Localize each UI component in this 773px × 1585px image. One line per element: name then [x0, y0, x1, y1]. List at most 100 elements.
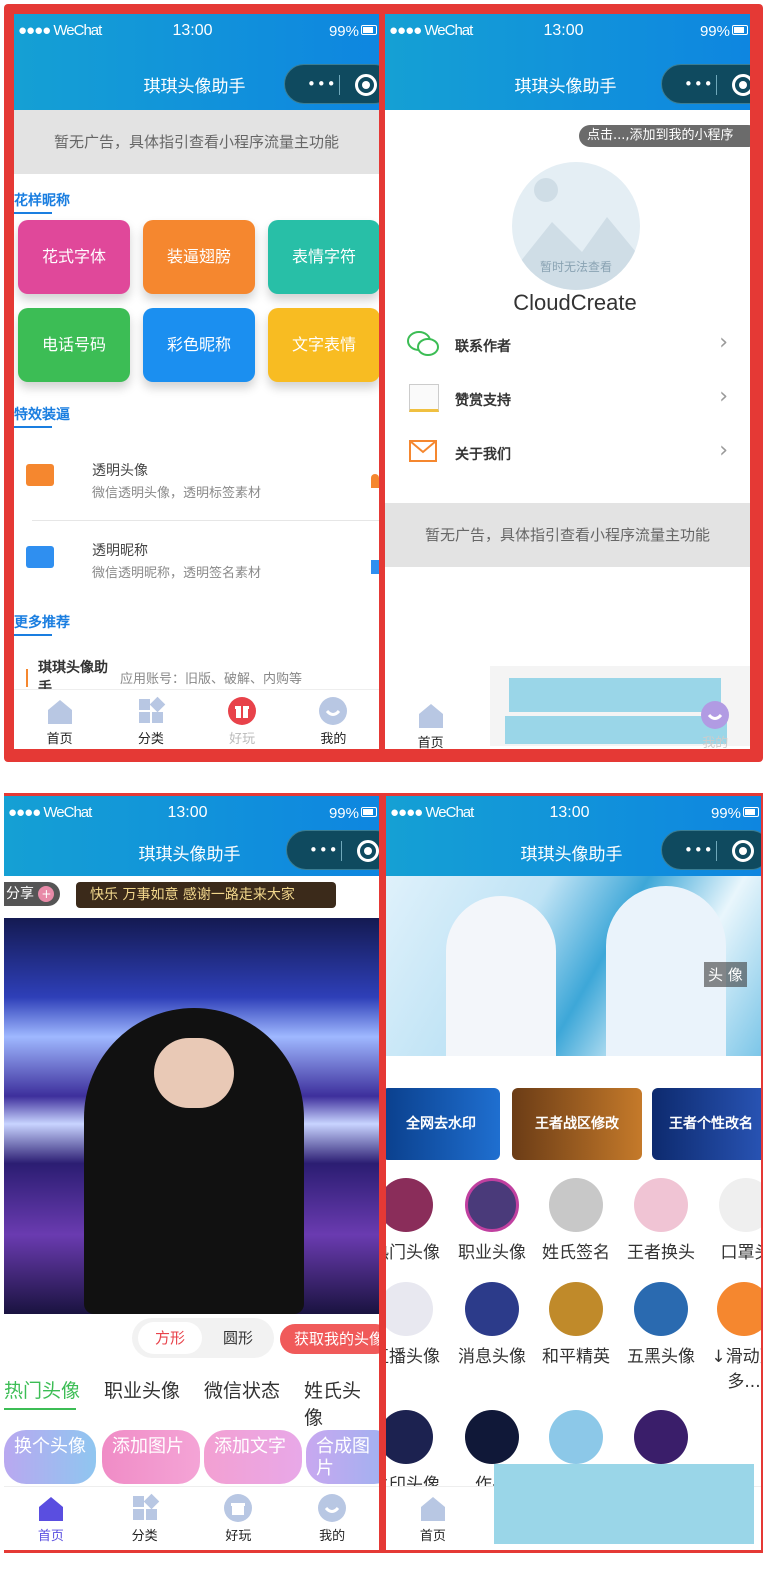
tab-home[interactable]: 首页: [14, 690, 105, 749]
close-target-icon[interactable]: [732, 74, 750, 96]
avatar: [634, 1410, 688, 1464]
grid-icon: [132, 1493, 159, 1520]
more-icon[interactable]: •••: [309, 841, 339, 859]
recommend-marker: [26, 669, 28, 687]
cat-mask-avatar[interactable]: 口罩头: [706, 1178, 761, 1263]
mail-icon: [409, 440, 437, 462]
tab-mine[interactable]: 我的: [288, 690, 379, 749]
hero-tag: 头 像: [704, 962, 747, 987]
avatar: [465, 1410, 519, 1464]
cat-unlabeled-1[interactable]: [536, 1410, 616, 1470]
tab-category[interactable]: 分类: [105, 690, 196, 749]
cat-peace-elite[interactable]: 和平精英: [536, 1282, 616, 1367]
tab-category[interactable]: 分类: [98, 1487, 192, 1547]
close-target-icon[interactable]: [732, 840, 754, 862]
battery-level: 99%: [328, 23, 359, 40]
menu-support[interactable]: 赞赏支持 ›: [385, 372, 750, 426]
list-item-transparent-avatar[interactable]: 透明头像 微信透明头像，透明标签素材: [14, 442, 379, 520]
grid-icon: [138, 696, 166, 723]
btn-fancy-font[interactable]: 花式字体: [18, 220, 130, 294]
qr-reward-icon: [409, 384, 439, 412]
btn-text-emoji[interactable]: 文字表情: [268, 308, 379, 382]
app-header: ●●●● WeChat 13:00 99% 琪琪头像助手 •••: [386, 796, 761, 876]
cat-label: ↓滑动更多...: [711, 1347, 761, 1392]
cat-live-avatar[interactable]: 直播头像: [386, 1282, 446, 1367]
add-to-mini-program-tip[interactable]: 点击...,添加到我的小程序: [579, 125, 750, 147]
tab-career-avatar[interactable]: 职业头像: [104, 1376, 180, 1403]
item-desc: 微信透明昵称，透明签名素材: [92, 566, 262, 581]
cat-scroll-more[interactable]: ↓滑动更多...: [704, 1282, 761, 1392]
cat-watermark-avatar[interactable]: 水印头像: [386, 1410, 446, 1495]
cat-surname-sign[interactable]: 姓氏签名: [536, 1178, 616, 1263]
avatar: [386, 1178, 433, 1232]
close-target-icon[interactable]: [357, 840, 379, 862]
more-icon[interactable]: •••: [684, 841, 714, 859]
cat-five-black[interactable]: 五黑头像: [621, 1282, 701, 1367]
tab-label: 好玩: [229, 732, 256, 747]
tab-home[interactable]: 首页: [386, 1487, 480, 1547]
panel-profile: ●●●● WeChat 13:00 99% 琪琪头像助手 ••• 点击...,添…: [385, 14, 750, 749]
more-icon[interactable]: •••: [684, 75, 714, 93]
add-image-button[interactable]: 添加图片: [102, 1430, 200, 1484]
close-target-icon[interactable]: [355, 74, 377, 96]
menu-contact-author[interactable]: 联系作者 ›: [385, 318, 750, 372]
section-title-more: 更多推荐: [14, 615, 70, 631]
shape-square-option[interactable]: 方形: [138, 1322, 202, 1354]
hero-banner[interactable]: 头 像: [386, 876, 761, 1056]
btn-emoji-chars[interactable]: 表情字符: [268, 220, 379, 294]
cat-career-avatar[interactable]: 职业头像: [452, 1178, 532, 1263]
section-title-fancy: 花样昵称: [14, 193, 70, 209]
capsule-divider: [716, 75, 717, 95]
smile-icon: [318, 1494, 347, 1522]
mini-program-capsule[interactable]: •••: [661, 830, 761, 870]
recommend-desc: 应用账号：旧版、破解、内购等: [120, 672, 303, 687]
tab-fun[interactable]: 好玩: [197, 690, 288, 749]
tab-label: 首页: [46, 732, 73, 747]
menu-about[interactable]: 关于我们 ›: [385, 426, 750, 480]
more-content-icon: [717, 1282, 761, 1336]
cat-label: 消息头像: [458, 1347, 526, 1367]
compose-image-button[interactable]: 合成图片: [306, 1430, 379, 1484]
avatar: [386, 1282, 433, 1336]
banner-remove-watermark[interactable]: 全网去水印: [386, 1088, 500, 1160]
tab-label: 首页: [417, 736, 444, 749]
banner-rename[interactable]: 王者个性改名: [652, 1088, 761, 1160]
cat-label: 王者换头: [627, 1243, 695, 1263]
tab-home[interactable]: 首页: [385, 694, 476, 749]
status-bar: ●●●● WeChat 13:00 99%: [14, 14, 379, 48]
avatar: [634, 1178, 688, 1232]
add-text-button[interactable]: 添加文字: [204, 1430, 302, 1484]
item-desc: 微信透明头像，透明标签素材: [92, 486, 262, 501]
list-item-transparent-nickname[interactable]: 透明昵称 微信透明昵称，透明签名素材: [14, 522, 379, 600]
change-avatar-button[interactable]: 换个头像: [4, 1430, 96, 1484]
avatar-preview-image: [4, 918, 379, 1314]
btn-phone-number[interactable]: 电话号码: [18, 308, 130, 382]
shape-round-option[interactable]: 圆形: [208, 1322, 268, 1354]
btn-wings[interactable]: 装逼翅膀: [143, 220, 255, 294]
cat-king-head[interactable]: 王者换头: [621, 1178, 701, 1263]
tab-mine[interactable]: 我的: [670, 694, 750, 749]
home-icon: [418, 704, 443, 728]
status-bar: ●●●● WeChat 13:00 99%: [386, 796, 761, 830]
mini-program-capsule[interactable]: •••: [286, 830, 379, 870]
tab-wechat-status[interactable]: 微信状态: [204, 1376, 280, 1403]
mini-program-capsule[interactable]: •••: [284, 64, 379, 104]
cat-message-avatar[interactable]: 消息头像: [452, 1282, 532, 1367]
mini-program-capsule[interactable]: •••: [661, 64, 750, 104]
tab-surname-avatar[interactable]: 姓氏头像: [304, 1376, 379, 1430]
tab-home[interactable]: 首页: [4, 1487, 98, 1547]
tab-fun[interactable]: 好玩: [192, 1487, 286, 1547]
tab-mine[interactable]: 我的: [285, 1487, 379, 1547]
btn-color-nickname[interactable]: 彩色昵称: [143, 308, 255, 382]
get-my-avatar-button[interactable]: 获取我的头像: [280, 1324, 379, 1354]
banner-zone-modify[interactable]: 王者战区修改: [512, 1088, 642, 1160]
cat-unlabeled-2[interactable]: [621, 1410, 701, 1470]
tab-hot-avatar[interactable]: 热门头像: [4, 1376, 80, 1403]
section-underline: [14, 426, 52, 428]
more-icon[interactable]: •••: [307, 75, 337, 93]
cat-label: 姓氏签名: [542, 1243, 610, 1263]
marquee-banner: 快乐 万事如意 感谢一路走来大家: [76, 882, 336, 908]
cat-hot-avatar[interactable]: 热门头像: [386, 1178, 446, 1263]
share-chip[interactable]: 分享 +: [4, 882, 60, 906]
tab-underline: [4, 1408, 76, 1410]
